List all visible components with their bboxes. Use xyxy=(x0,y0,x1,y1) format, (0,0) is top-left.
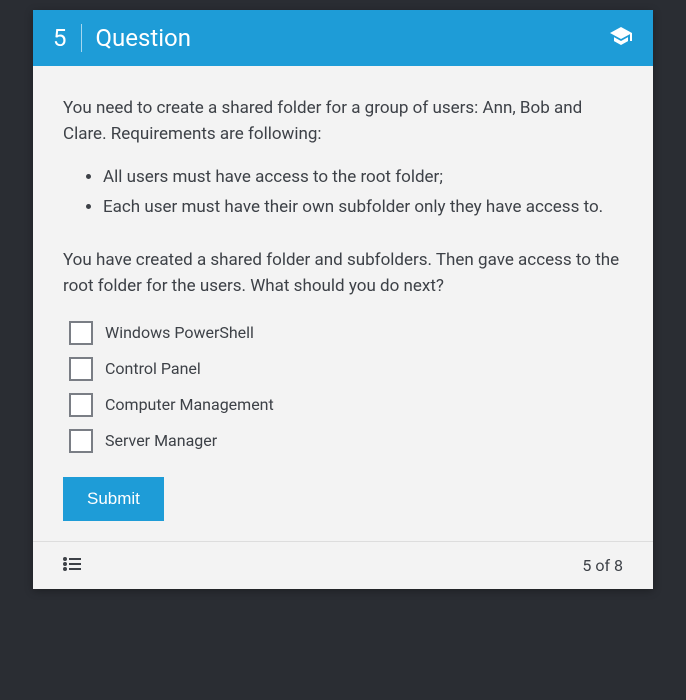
option-label: Computer Management xyxy=(105,393,274,417)
header-left: 5 Question xyxy=(53,24,191,52)
submit-button[interactable]: Submit xyxy=(63,477,164,521)
footer: 5 of 8 xyxy=(33,541,653,589)
option-row[interactable]: Computer Management xyxy=(69,393,623,417)
option-label: Control Panel xyxy=(105,357,201,381)
option-label: Windows PowerShell xyxy=(105,321,254,345)
progress-text: 5 of 8 xyxy=(582,556,623,575)
requirement-item: All users must have access to the root f… xyxy=(103,165,623,191)
checkbox[interactable] xyxy=(69,357,93,381)
requirement-item: Each user must have their own subfolder … xyxy=(103,195,623,221)
list-icon[interactable] xyxy=(63,556,81,575)
question-header: 5 Question xyxy=(33,10,653,66)
option-label: Server Manager xyxy=(105,429,217,453)
checkbox[interactable] xyxy=(69,321,93,345)
options-list: Windows PowerShell Control Panel Compute… xyxy=(69,321,623,453)
requirements-list: All users must have access to the root f… xyxy=(103,165,623,220)
question-intro: You need to create a shared folder for a… xyxy=(63,96,623,147)
graduation-cap-icon xyxy=(609,24,633,52)
option-row[interactable]: Server Manager xyxy=(69,429,623,453)
option-row[interactable]: Control Panel xyxy=(69,357,623,381)
checkbox[interactable] xyxy=(69,393,93,417)
question-card: 5 Question You need to create a shared f… xyxy=(33,10,653,589)
question-number: 5 xyxy=(53,24,82,52)
question-followup: You have created a shared folder and sub… xyxy=(63,248,623,299)
question-title: Question xyxy=(96,24,191,52)
option-row[interactable]: Windows PowerShell xyxy=(69,321,623,345)
question-body: You need to create a shared folder for a… xyxy=(33,66,653,541)
checkbox[interactable] xyxy=(69,429,93,453)
